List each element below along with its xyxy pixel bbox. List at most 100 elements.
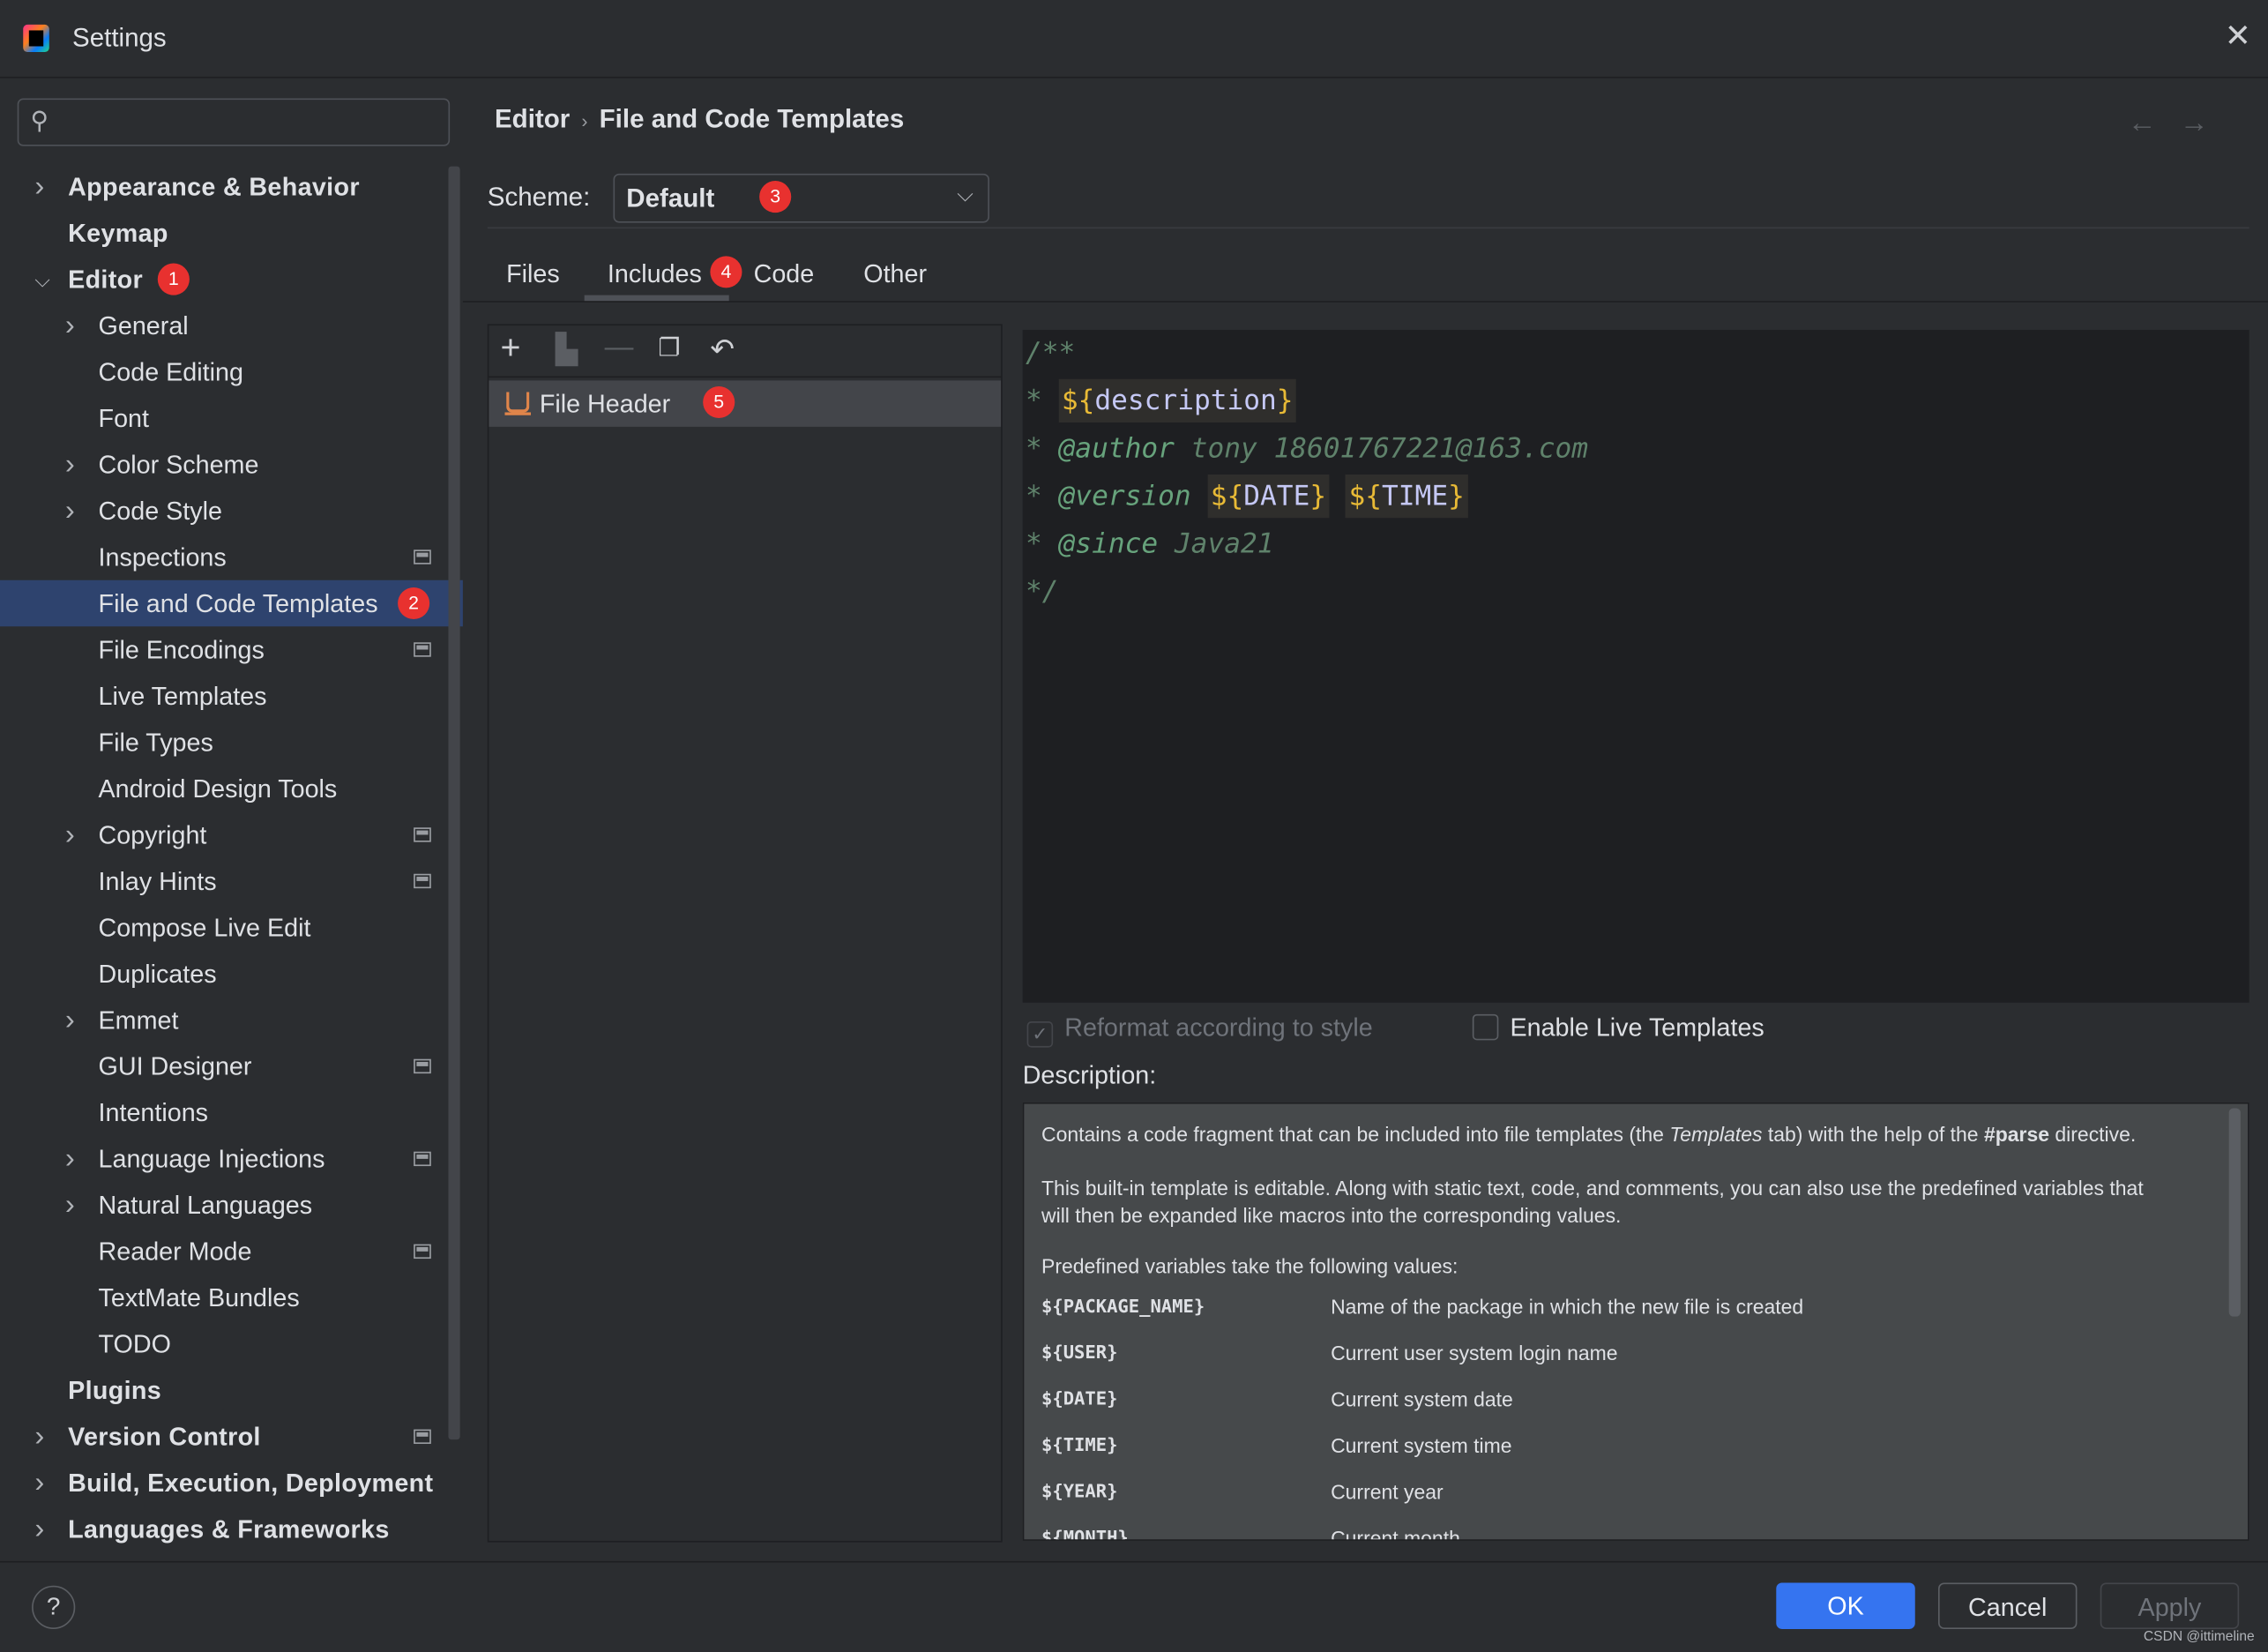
sidebar-item-label: Build, Execution, Deployment <box>68 1468 434 1498</box>
chevron-right-icon[interactable]: › <box>34 1506 44 1552</box>
chevron-right-icon[interactable]: › <box>34 1414 44 1460</box>
description-label: Description: <box>1022 1060 1157 1090</box>
tab-includes[interactable]: Includes <box>608 259 702 289</box>
sidebar-item-appearance-behavior[interactable]: › Appearance & Behavior <box>0 163 463 209</box>
sidebar-item-languages-frameworks[interactable]: › Languages & Frameworks <box>0 1506 463 1552</box>
tab-other[interactable]: Other <box>863 259 927 289</box>
back-arrow-icon[interactable]: ← <box>2128 107 2157 140</box>
breadcrumb-parent[interactable]: Editor <box>495 104 570 133</box>
chevron-right-icon[interactable]: › <box>65 997 75 1043</box>
project-level-icon <box>414 1058 431 1074</box>
project-level-icon <box>414 642 431 657</box>
variable-name: ${USER} <box>1041 1341 1118 1364</box>
sidebar-item-intentions[interactable]: Intentions <box>0 1089 463 1135</box>
sidebar-item-natural-languages[interactable]: › Natural Languages <box>0 1182 463 1228</box>
sidebar-item-file-types[interactable]: File Types <box>0 719 463 765</box>
sidebar-item-label: Live Templates <box>98 681 267 711</box>
sidebar-item-gui-designer[interactable]: GUI Designer <box>0 1043 463 1089</box>
sidebar-item-language-injections[interactable]: › Language Injections <box>0 1136 463 1182</box>
search-icon: ⚲ <box>30 107 48 135</box>
sidebar-item-label: File and Code Templates <box>98 588 378 618</box>
chevron-right-icon[interactable]: › <box>34 1460 44 1506</box>
sidebar-item-font[interactable]: Font <box>0 395 463 441</box>
code-line: * @author tony 18601767221@163.com <box>1025 432 1589 465</box>
sidebar-item-android-design-tools[interactable]: Android Design Tools <box>0 766 463 811</box>
toolbar-divider <box>489 376 1002 378</box>
template-code-editor[interactable]: /** * ${description} * @author tony 1860… <box>1022 329 2249 1003</box>
reset-icon[interactable]: ↶ <box>710 332 735 368</box>
chevron-right-icon[interactable]: › <box>65 811 75 857</box>
sidebar-item-inspections[interactable]: Inspections <box>0 534 463 579</box>
title-bar: Settings ✕ <box>0 0 2268 78</box>
sidebar-item-file-and-code-templates[interactable]: File and Code Templates 2 <box>0 579 463 627</box>
sidebar-item-reader-mode[interactable]: Reader Mode <box>0 1229 463 1275</box>
scheme-dropdown[interactable]: Default 3 ⌵ <box>613 173 989 223</box>
code-line: * ${description} <box>1026 378 1296 422</box>
tab-code[interactable]: Code <box>754 259 815 289</box>
settings-dialog: Settings ✕ ⚲ › Appearance & Behavior Keyma… <box>0 0 2268 1652</box>
template-variable: ${DATE} <box>1207 475 1330 519</box>
sidebar-item-keymap[interactable]: Keymap <box>0 210 463 256</box>
chevron-right-icon[interactable]: › <box>65 488 75 534</box>
settings-search-input[interactable]: ⚲ <box>17 98 451 146</box>
cancel-button[interactable]: Cancel <box>1938 1582 2078 1629</box>
annotation-badge: 3 <box>759 181 792 213</box>
chevron-right-icon[interactable]: › <box>34 163 44 209</box>
forward-arrow-icon[interactable]: → <box>2180 107 2209 140</box>
sidebar-scrollbar[interactable] <box>448 166 460 1440</box>
chevron-down-icon[interactable]: ⌵ <box>34 256 49 302</box>
enable-live-templates-checkbox[interactable]: Enable Live Templates <box>1472 1013 1764 1043</box>
copy-icon[interactable]: ❐ <box>658 334 680 363</box>
template-variable: ${description} <box>1058 378 1296 422</box>
project-level-icon <box>414 873 431 889</box>
sidebar-item-color-scheme[interactable]: › Color Scheme <box>0 441 463 487</box>
sidebar-item-textmate-bundles[interactable]: TextMate Bundles <box>0 1275 463 1320</box>
tab-files[interactable]: Files <box>506 259 560 289</box>
breadcrumb-separator-icon: › <box>581 109 588 132</box>
sidebar-item-copyright[interactable]: › Copyright <box>0 811 463 857</box>
sidebar-item-live-templates[interactable]: Live Templates <box>0 673 463 719</box>
sidebar-item-emmet[interactable]: › Emmet <box>0 997 463 1043</box>
template-item-label: File Header <box>539 389 671 419</box>
sidebar-item-general[interactable]: › General <box>0 303 463 348</box>
live-templates-label: Enable Live Templates <box>1510 1013 1764 1043</box>
sidebar-item-label: Keymap <box>68 218 168 248</box>
sidebar-item-label: Version Control <box>68 1422 261 1452</box>
chevron-right-icon[interactable]: › <box>65 303 75 348</box>
ok-button[interactable]: OK <box>1776 1582 1915 1629</box>
chevron-right-icon[interactable]: › <box>65 441 75 487</box>
sidebar-item-code-editing[interactable]: Code Editing <box>0 348 463 394</box>
add-icon[interactable]: + <box>501 328 521 369</box>
reformat-label: Reformat according to style <box>1064 1013 1373 1043</box>
sidebar-item-label: GUI Designer <box>98 1051 252 1081</box>
help-button[interactable]: ? <box>32 1585 76 1629</box>
sidebar-item-label: Reader Mode <box>98 1237 252 1267</box>
sidebar-item-build-execution-deployment[interactable]: › Build, Execution, Deployment <box>0 1460 463 1506</box>
sidebar-item-label: Color Scheme <box>98 450 259 479</box>
description-scrollbar[interactable] <box>2228 1108 2241 1317</box>
project-level-icon <box>414 1429 431 1445</box>
window-title: Settings <box>72 23 167 53</box>
template-item-file-header[interactable]: File Header 5 <box>489 380 1002 427</box>
add-child-icon[interactable]: ▙ <box>556 332 578 368</box>
sidebar-item-inlay-hints[interactable]: Inlay Hints <box>0 858 463 904</box>
sidebar-item-compose-live-edit[interactable]: Compose Live Edit <box>0 904 463 950</box>
sidebar-item-todo[interactable]: TODO <box>0 1321 463 1367</box>
sidebar-item-code-style[interactable]: › Code Style <box>0 488 463 534</box>
sidebar-item-plugins[interactable]: Plugins <box>0 1367 463 1413</box>
remove-icon[interactable]: — <box>605 332 634 365</box>
sidebar-item-editor[interactable]: ⌵ Editor 1 <box>0 256 463 302</box>
chevron-right-icon[interactable]: › <box>65 1182 75 1228</box>
description-paragraph: Predefined variables take the following … <box>1041 1254 1459 1278</box>
sidebar-item-label: Plugins <box>68 1375 162 1405</box>
project-level-icon <box>414 1244 431 1260</box>
sidebar-item-file-encodings[interactable]: File Encodings <box>0 626 463 672</box>
sidebar-item-duplicates[interactable]: Duplicates <box>0 951 463 997</box>
sidebar-item-label: TextMate Bundles <box>98 1282 300 1312</box>
chevron-right-icon[interactable]: › <box>65 1136 75 1182</box>
close-icon[interactable]: ✕ <box>2225 18 2251 56</box>
apply-button[interactable]: Apply <box>2100 1582 2240 1629</box>
reformat-checkbox[interactable]: ✓ Reformat according to style <box>1026 1013 1373 1048</box>
sidebar-item-label: Copyright <box>98 820 207 849</box>
sidebar-item-version-control[interactable]: › Version Control <box>0 1414 463 1460</box>
